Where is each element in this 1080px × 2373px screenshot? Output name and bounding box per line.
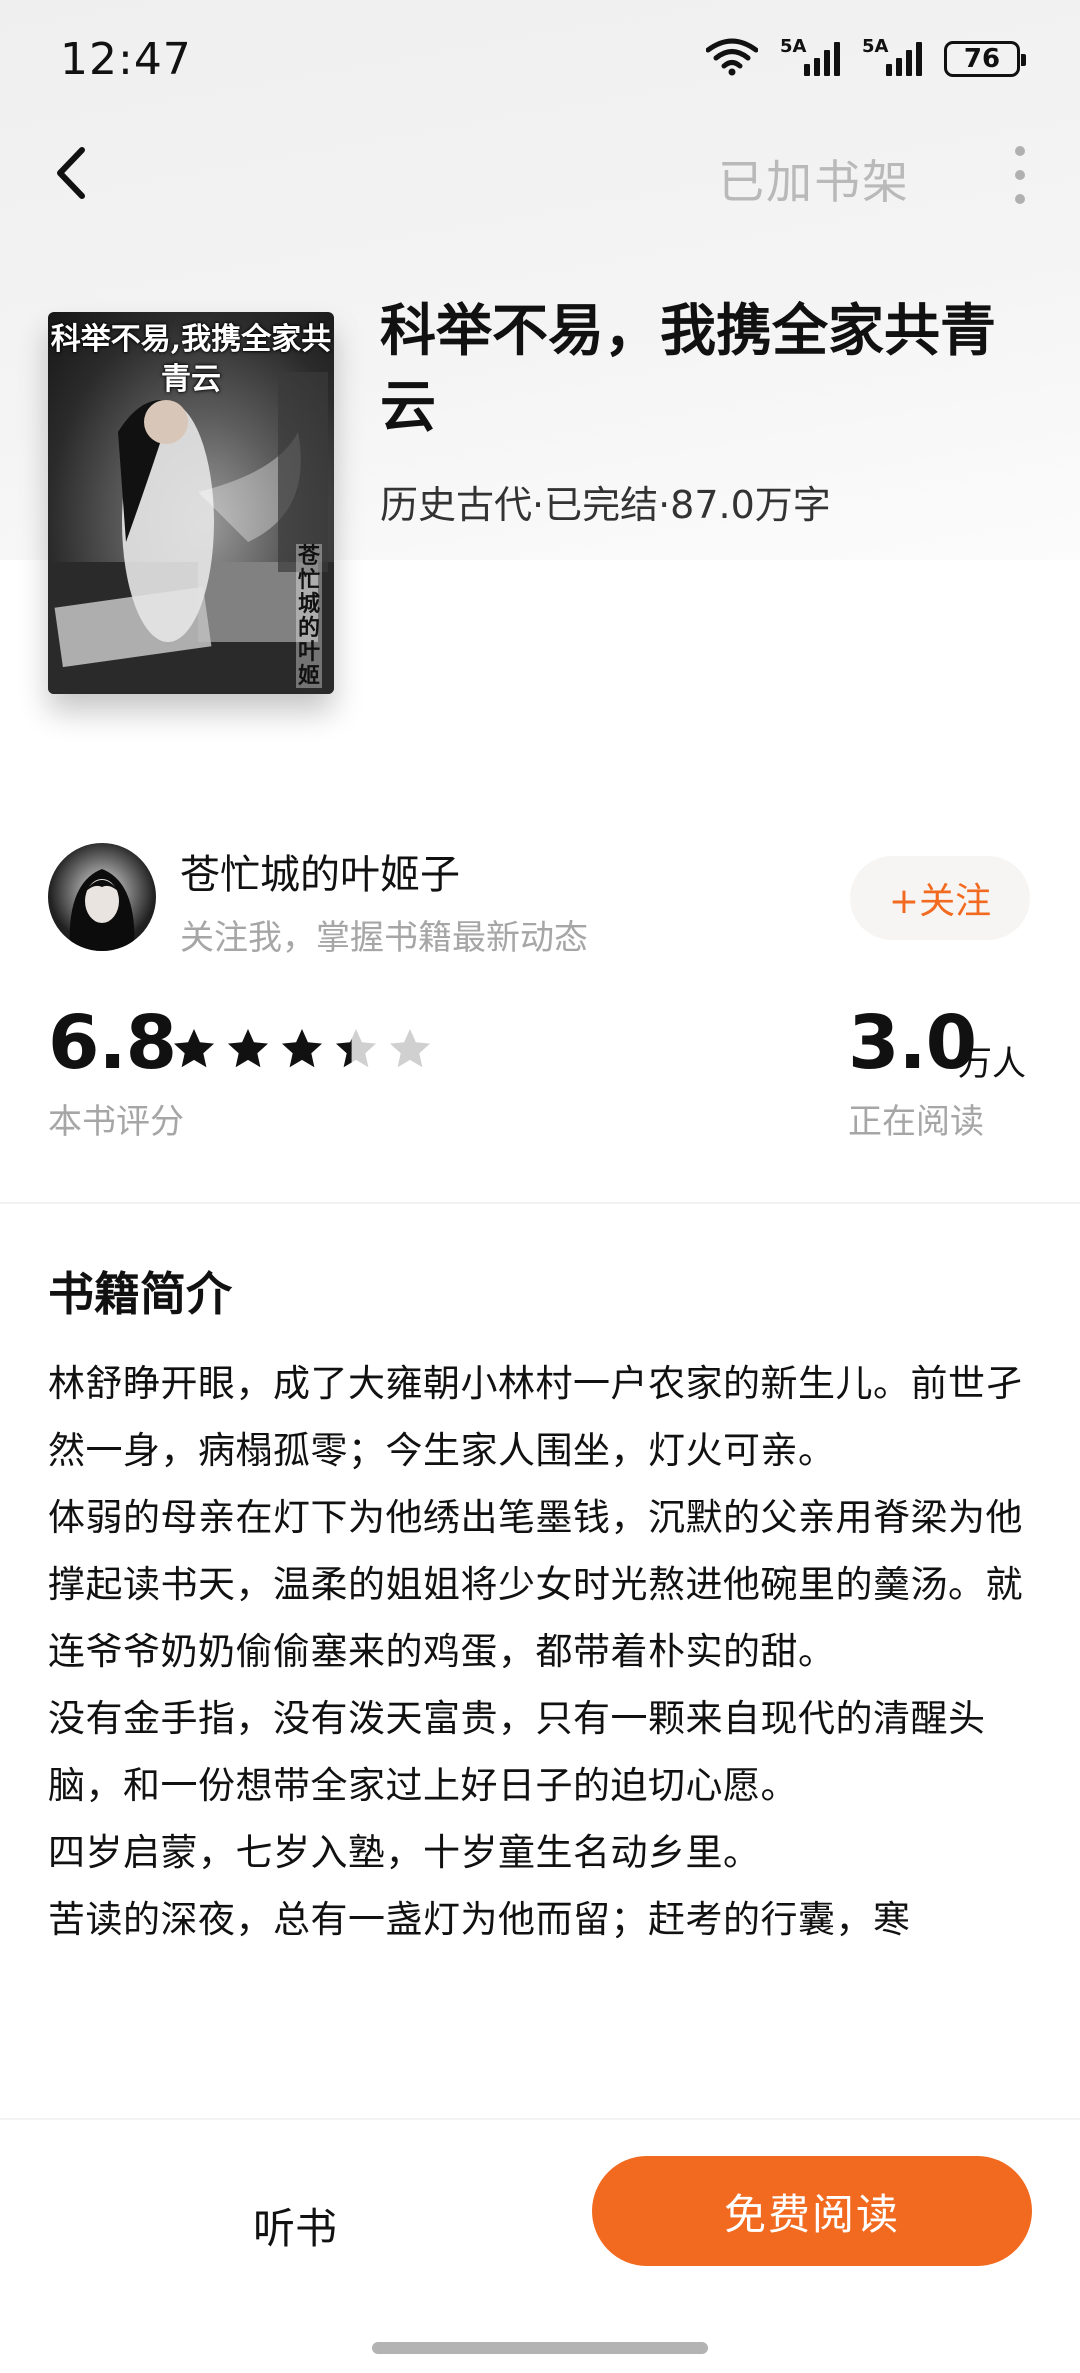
signal-label: 5A bbox=[862, 36, 889, 57]
star-icon bbox=[390, 1029, 430, 1068]
section-divider bbox=[0, 1202, 1080, 1204]
rating-label: 本书评分 bbox=[48, 1102, 184, 1142]
intro-paragraph: 林舒睁开眼，成了大雍朝小林村一户农家的新生儿。前世孑然一身，病榻孤零；今生家人围… bbox=[48, 1362, 1023, 1472]
bottom-action-bar: 听书 免费阅读 bbox=[0, 2118, 1080, 2373]
back-button[interactable] bbox=[40, 138, 110, 208]
author-subtitle: 关注我，掌握书籍最新动态 bbox=[180, 918, 588, 958]
follow-button[interactable]: +关注 bbox=[850, 856, 1030, 940]
wifi-icon bbox=[705, 38, 759, 80]
readers-count: 3.0 bbox=[848, 1000, 977, 1086]
battery-level: 76 bbox=[963, 44, 1001, 74]
rating-stars bbox=[172, 1027, 432, 1071]
added-to-shelf-label[interactable]: 已加书架 bbox=[718, 146, 910, 212]
chevron-left-icon bbox=[40, 147, 110, 212]
status-time: 12:47 bbox=[60, 34, 192, 85]
more-button[interactable] bbox=[1000, 140, 1040, 210]
rating-value: 6.8 bbox=[48, 1000, 177, 1086]
star-icon bbox=[336, 1029, 376, 1068]
intro-paragraph: 四岁启蒙，七岁入塾，十岁童生名动乡里。 bbox=[48, 1831, 761, 1874]
status-bar: 12:47 5A 5A 76 bbox=[0, 0, 1080, 120]
book-title: 科举不易，我携全家共青云 bbox=[380, 299, 996, 440]
intro-paragraph: 没有金手指，没有泼天富贵，只有一颗来自现代的清醒头脑，和一份想带全家过上好日子的… bbox=[48, 1697, 986, 1807]
star-icon bbox=[228, 1029, 268, 1068]
signal-icon: 5A bbox=[862, 36, 922, 76]
star-icon bbox=[282, 1029, 322, 1068]
intro-paragraph: 体弱的母亲在灯下为他绣出笔墨钱，沉默的父亲用脊梁为他撑起读书天，温柔的姐姐将少女… bbox=[48, 1496, 1023, 1673]
book-detail-page: 12:47 5A 5A 76 已加书架 科举不易,我携全家共青云 苍忙城的叶姬 … bbox=[0, 0, 1080, 2373]
intro-paragraph: 苦读的深夜，总有一盏灯为他而留；赶考的行囊，寒 bbox=[48, 1898, 911, 1941]
avatar-image bbox=[69, 869, 135, 951]
book-cover[interactable]: 科举不易,我携全家共青云 苍忙城的叶姬 bbox=[48, 312, 334, 694]
star-icon bbox=[174, 1029, 214, 1068]
signal-icon: 5A bbox=[780, 36, 840, 76]
battery-icon: 76 bbox=[944, 41, 1026, 77]
readers-unit: 万人 bbox=[958, 1044, 1026, 1084]
cover-author: 苍忙城的叶姬 bbox=[296, 543, 322, 689]
cover-title: 科举不易,我携全家共青云 bbox=[50, 322, 332, 397]
free-read-button[interactable]: 免费阅读 bbox=[592, 2156, 1032, 2266]
avatar[interactable] bbox=[48, 843, 156, 951]
book-meta: 历史古代·已完结·87.0万字 bbox=[380, 483, 831, 527]
home-indicator[interactable] bbox=[372, 2342, 708, 2354]
nav-bar: 已加书架 bbox=[0, 120, 1080, 230]
more-vertical-icon bbox=[1015, 146, 1025, 204]
status-icons: 5A 5A 76 bbox=[705, 36, 1026, 80]
intro-body[interactable]: 林舒睁开眼，成了大雍朝小林村一户农家的新生儿。前世孑然一身，病榻孤零；今生家人围… bbox=[48, 1350, 1032, 2060]
signal-label: 5A bbox=[780, 36, 807, 57]
listen-button[interactable]: 听书 bbox=[200, 2182, 390, 2268]
intro-heading: 书籍简介 bbox=[48, 1267, 232, 1321]
author-name[interactable]: 苍忙城的叶姬子 bbox=[180, 842, 460, 900]
readers-label: 正在阅读 bbox=[848, 1102, 984, 1142]
